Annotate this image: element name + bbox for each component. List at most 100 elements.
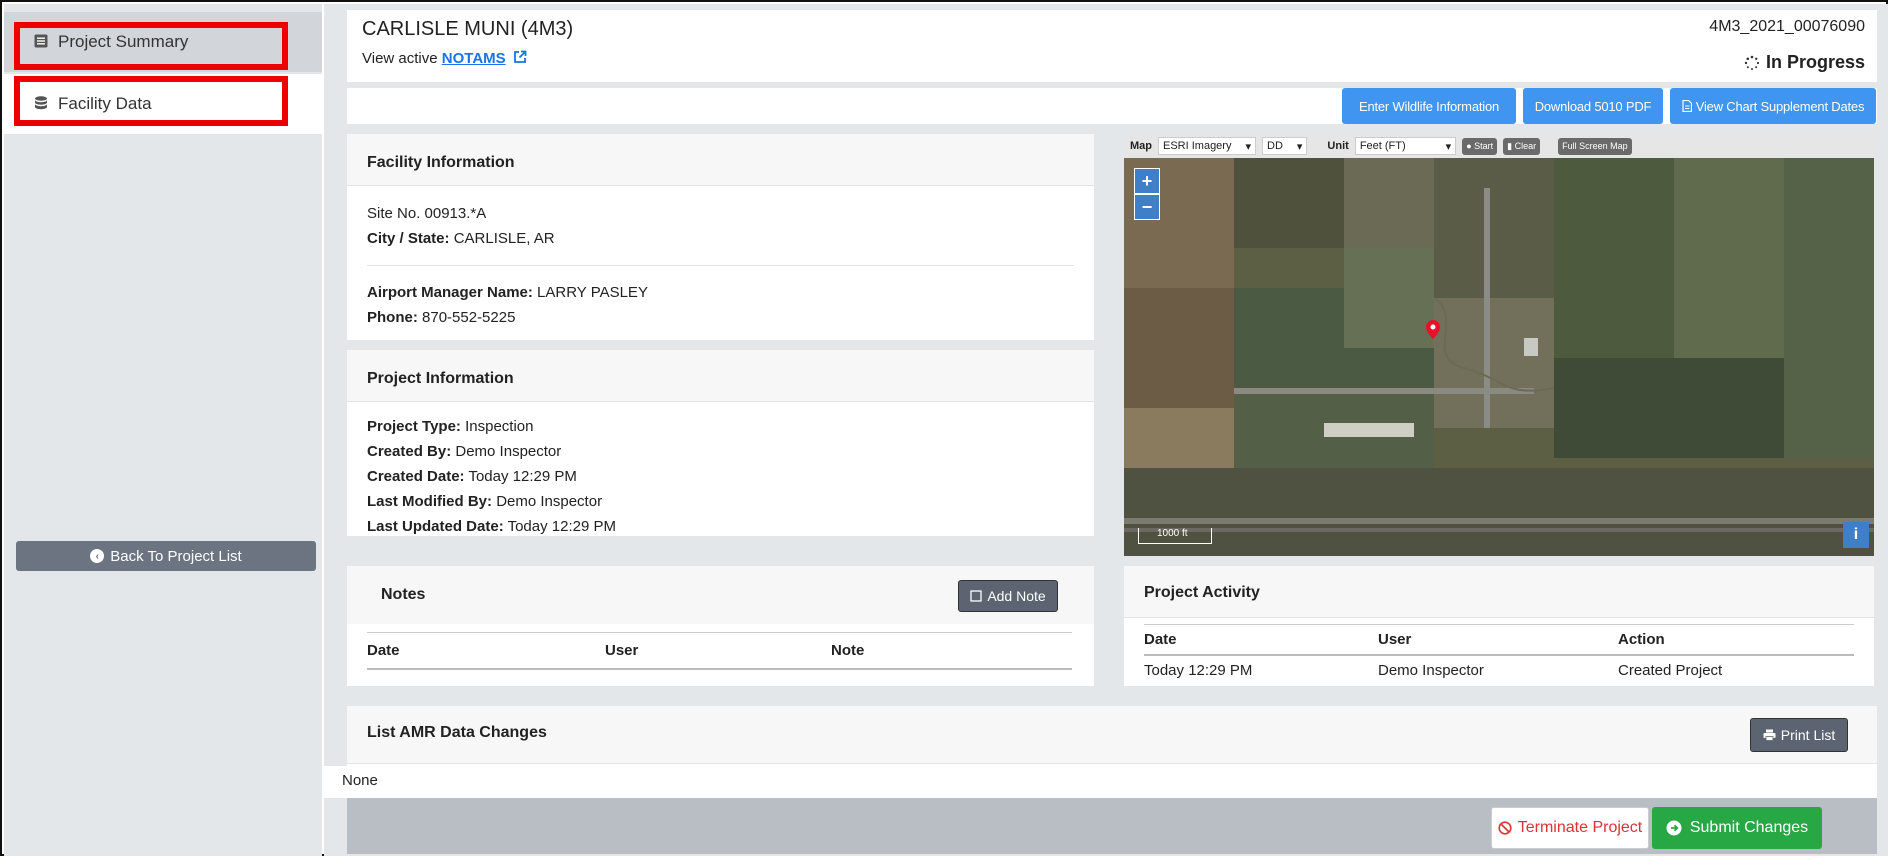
download-5010-button[interactable]: Download 5010 PDF [1523,88,1663,124]
chart-supplement-button[interactable]: View Chart Supplement Dates [1670,88,1876,124]
created-date-label: Created Date: [367,468,465,485]
created-by-label: Created By: [367,443,452,460]
project-activity-card: Project Activity Date User Action Today … [1124,566,1874,686]
table-cell: Created Project [1618,661,1723,679]
table-cell: Demo Inspector [1378,661,1484,679]
manager-value: LARRY PASLEY [537,284,648,301]
basemap-value: ESRI Imagery [1163,140,1232,152]
project-information-card: Project Information Project Type: Inspec… [347,350,1094,536]
created-by-row: Created By: Demo Inspector [367,439,1074,464]
chevron-left-icon: ‹ [90,549,105,563]
terminate-project-button[interactable]: Terminate Project [1491,807,1649,849]
sidebar: Project Summary Facility Data ‹ Back To … [4,4,322,856]
project-activity-heading: Project Activity [1124,566,1874,618]
manager-label: Airport Manager Name: [367,284,533,301]
phone-row: Phone: 870-552-5225 [367,305,1074,330]
map-info-button[interactable]: i [1843,522,1869,548]
play-icon: ● [1466,141,1475,151]
column-header: Date [367,641,400,659]
city-state-value: CARLISLE, AR [453,230,555,247]
spinner-icon [1744,55,1760,70]
notams-link[interactable]: NOTAMS [442,50,506,67]
project-type-label: Project Type: [367,418,461,435]
chart-supplement-label: View Chart Supplement Dates [1695,98,1865,114]
submit-label: Submit Changes [1689,819,1809,836]
file-icon [1682,100,1692,112]
created-by-value: Demo Inspector [455,443,562,460]
add-note-label: Add Note [987,588,1046,604]
project-header: CARLISLE MUNI (4M3) View active NOTAMS 4… [347,10,1877,82]
printer-icon [1763,729,1776,741]
map-panel: Map ESRI Imagery ▾ DD ▾ Unit Feet (FT) ▾ ● … [1124,134,1874,556]
ban-icon [1498,821,1512,835]
print-list-label: Print List [1780,727,1836,743]
modified-by-row: Last Modified By: Demo Inspector [367,489,1074,514]
table-header-row: Date User Note [367,632,1072,669]
arrow-circle-right-icon [1666,820,1682,836]
full-screen-map-button[interactable]: Full Screen Map [1558,137,1632,155]
back-label: Back To Project List [110,547,242,565]
divider [367,265,1074,266]
clear-label: Clear [1514,141,1537,151]
print-list-button[interactable]: Print List [1750,718,1848,752]
map-scale-bar: 1000 ft [1138,528,1212,544]
amr-changes-card: List AMR Data Changes Print List [347,706,1877,766]
external-link-icon[interactable] [513,50,527,64]
unit-value: Feet (FT) [1359,140,1406,152]
view-active-notams: View active NOTAMS [362,50,527,67]
measure-start-button[interactable]: ● Start [1462,137,1498,155]
chevron-down-icon: ▾ [1296,140,1303,153]
zoom-out-button[interactable]: − [1134,194,1160,220]
project-information-body: Project Type: Inspection Created By: Dem… [347,402,1094,554]
action-toolbar: Enter Wildlife Information Download 5010… [347,88,1877,124]
chevron-down-icon: ▾ [1445,140,1452,153]
coord-format-select[interactable]: DD ▾ [1262,137,1308,155]
satellite-imagery [1124,158,1874,556]
project-type-row: Project Type: Inspection [367,414,1074,439]
project-id: 4M3_2021_00076090 [1709,18,1865,35]
chevron-down-icon: ▾ [1245,140,1251,153]
view-active-label: View active [362,50,438,67]
map-toolbar: Map ESRI Imagery ▾ DD ▾ Unit Feet (FT) ▾ ● … [1124,134,1874,158]
map-label: Map [1130,140,1152,152]
project-information-heading: Project Information [347,350,1094,402]
facility-information-heading: Facility Information [347,134,1094,186]
terminate-label: Terminate Project [1517,819,1643,836]
measure-clear-button[interactable]: ▮ Clear [1503,137,1541,155]
created-date-value: Today 12:29 PM [468,468,577,485]
column-header: User [1378,630,1412,648]
unit-select[interactable]: Feet (FT) ▾ [1354,137,1457,155]
notes-table: Date User Note [367,632,1072,670]
add-note-button[interactable]: Add Note [958,580,1058,612]
back-to-project-list-button[interactable]: ‹ Back To Project List [16,541,316,571]
zoom-in-button[interactable]: + [1134,168,1160,194]
satellite-map[interactable]: + − 1000 ft i [1124,158,1874,556]
app-frame: Project Summary Facility Data ‹ Back To … [0,0,1888,856]
column-header: User [605,641,639,659]
submit-changes-button[interactable]: Submit Changes [1652,807,1822,849]
amr-empty-text: None [324,766,1877,798]
trash-icon: ▮ [1507,140,1515,151]
created-date-row: Created Date: Today 12:29 PM [367,464,1074,489]
column-header: Date [1144,630,1177,648]
unit-label: Unit [1327,140,1349,152]
coord-format-value: DD [1267,140,1283,152]
modified-by-value: Demo Inspector [496,493,603,510]
enter-wildlife-button[interactable]: Enter Wildlife Information [1342,88,1516,124]
column-header: Note [831,641,865,659]
city-state-row: City / State: CARLISLE, AR [367,226,1074,251]
table-cell: Today 12:29 PM [1144,661,1253,679]
status-badge: In Progress [1744,52,1865,73]
facility-information-body: Site No. 00913.*A City / State: CARLISLE… [347,186,1094,345]
notes-card: Notes Add Note Date User Note [347,566,1094,686]
modified-by-label: Last Modified By: [367,493,493,510]
page-title: CARLISLE MUNI (4M3) [362,18,574,40]
phone-label: Phone: [367,309,418,326]
column-header: Action [1618,630,1665,648]
start-label: Start [1474,141,1494,151]
highlight-box [14,76,288,126]
basemap-select[interactable]: ESRI Imagery ▾ [1158,137,1256,155]
table-header-row: Date User Action [1144,624,1854,655]
manager-row: Airport Manager Name: LARRY PASLEY [367,280,1074,305]
status-text: In Progress [1765,52,1865,72]
